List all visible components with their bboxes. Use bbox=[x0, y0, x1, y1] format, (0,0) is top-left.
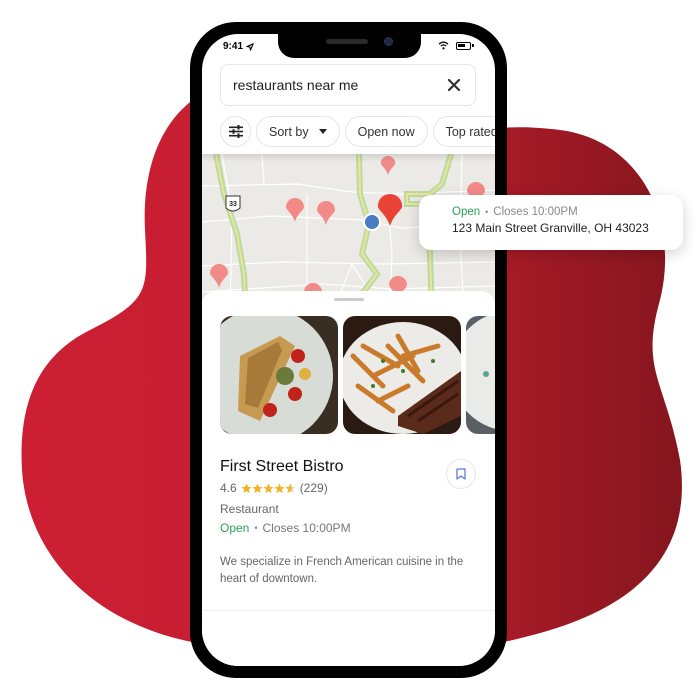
fish-dish-photo bbox=[220, 316, 338, 434]
filter-chips: Sort by Open now Top rated bbox=[220, 116, 495, 148]
open-status: Open bbox=[220, 521, 250, 535]
front-camera bbox=[384, 37, 393, 46]
photo-fish-dish[interactable] bbox=[220, 316, 338, 434]
highway-shield-icon: 33 bbox=[225, 195, 241, 212]
caret-down-icon bbox=[318, 129, 327, 134]
wifi-icon bbox=[438, 41, 449, 50]
map-highways bbox=[213, 154, 454, 314]
map-pin[interactable] bbox=[317, 201, 335, 225]
location-arrow-icon bbox=[246, 42, 254, 51]
filter-settings-button[interactable] bbox=[220, 116, 251, 147]
place-category: Restaurant bbox=[220, 502, 279, 516]
star-icon bbox=[241, 482, 252, 493]
phone-screen: 9:41 restaurants near me Sort by Open no… bbox=[202, 34, 495, 666]
map-pin[interactable] bbox=[210, 264, 228, 288]
place-bottom-sheet: First Street Bistro 4.6 (229) Restaurant… bbox=[202, 291, 495, 666]
status-bar-time: 9:41 bbox=[223, 41, 254, 52]
info-card-address: 123 Main Street Granville, OH 43023 bbox=[452, 221, 649, 235]
photo-carousel[interactable] bbox=[220, 316, 495, 436]
rating-value: 4.6 bbox=[220, 481, 237, 495]
bookmark-icon bbox=[456, 468, 466, 480]
separator-dot: • bbox=[254, 523, 258, 533]
place-hours: Open • Closes 10:00PM bbox=[220, 521, 351, 535]
photo-plated-dish[interactable] bbox=[466, 316, 495, 434]
place-description: We specialize in French American cuisine… bbox=[220, 556, 464, 585]
phone-notch bbox=[278, 34, 421, 58]
chip-top-rated-label: Top rated bbox=[445, 124, 495, 139]
status-bar-icons bbox=[438, 41, 474, 50]
speaker-grille bbox=[326, 39, 368, 44]
steak-frites-photo bbox=[343, 316, 461, 434]
time-text: 9:41 bbox=[223, 41, 244, 52]
search-input-value[interactable]: restaurants near me bbox=[233, 77, 445, 93]
rating-row: 4.6 (229) bbox=[220, 481, 328, 495]
map-top-shadow bbox=[202, 154, 495, 162]
star-rating bbox=[241, 482, 296, 494]
sliders-icon bbox=[228, 125, 243, 138]
photo-steak-frites[interactable] bbox=[343, 316, 461, 434]
info-card-open-status: Open bbox=[452, 206, 481, 218]
info-card-closing-time: Closes 10:00PM bbox=[493, 206, 578, 218]
plated-dish-photo bbox=[466, 316, 495, 434]
close-icon bbox=[448, 79, 460, 91]
selected-map-pin[interactable] bbox=[377, 193, 403, 227]
star-icon bbox=[263, 482, 274, 493]
review-count[interactable]: (229) bbox=[300, 481, 328, 495]
info-card-hours: Open • Closes 10:00PM bbox=[452, 206, 683, 218]
chip-top-rated[interactable]: Top rated bbox=[432, 116, 495, 147]
star-icon bbox=[252, 482, 263, 493]
place-name[interactable]: First Street Bistro bbox=[220, 458, 344, 476]
section-divider bbox=[202, 610, 495, 611]
chip-sort-by[interactable]: Sort by bbox=[256, 116, 340, 147]
highway-shield-label: 33 bbox=[229, 201, 237, 208]
sheet-drag-handle[interactable] bbox=[334, 298, 364, 301]
info-card-separator: • bbox=[485, 207, 489, 217]
save-place-button[interactable] bbox=[446, 459, 476, 489]
user-location-dot bbox=[363, 213, 381, 231]
location-info-card[interactable]: Open • Closes 10:00PM 123 Main Street Gr… bbox=[419, 195, 683, 250]
chip-sort-by-label: Sort by bbox=[269, 124, 309, 139]
star-icon bbox=[274, 482, 285, 493]
chip-open-now-label: Open now bbox=[357, 124, 415, 139]
closing-time: Closes 10:00PM bbox=[262, 521, 351, 535]
map-pin[interactable] bbox=[286, 198, 304, 222]
chip-open-now[interactable]: Open now bbox=[344, 116, 428, 147]
search-input[interactable]: restaurants near me bbox=[220, 64, 476, 106]
clear-search-button[interactable] bbox=[445, 76, 463, 94]
star-icon bbox=[285, 482, 296, 493]
phone-frame: 9:41 restaurants near me Sort by Open no… bbox=[190, 22, 507, 678]
battery-icon bbox=[456, 41, 474, 50]
